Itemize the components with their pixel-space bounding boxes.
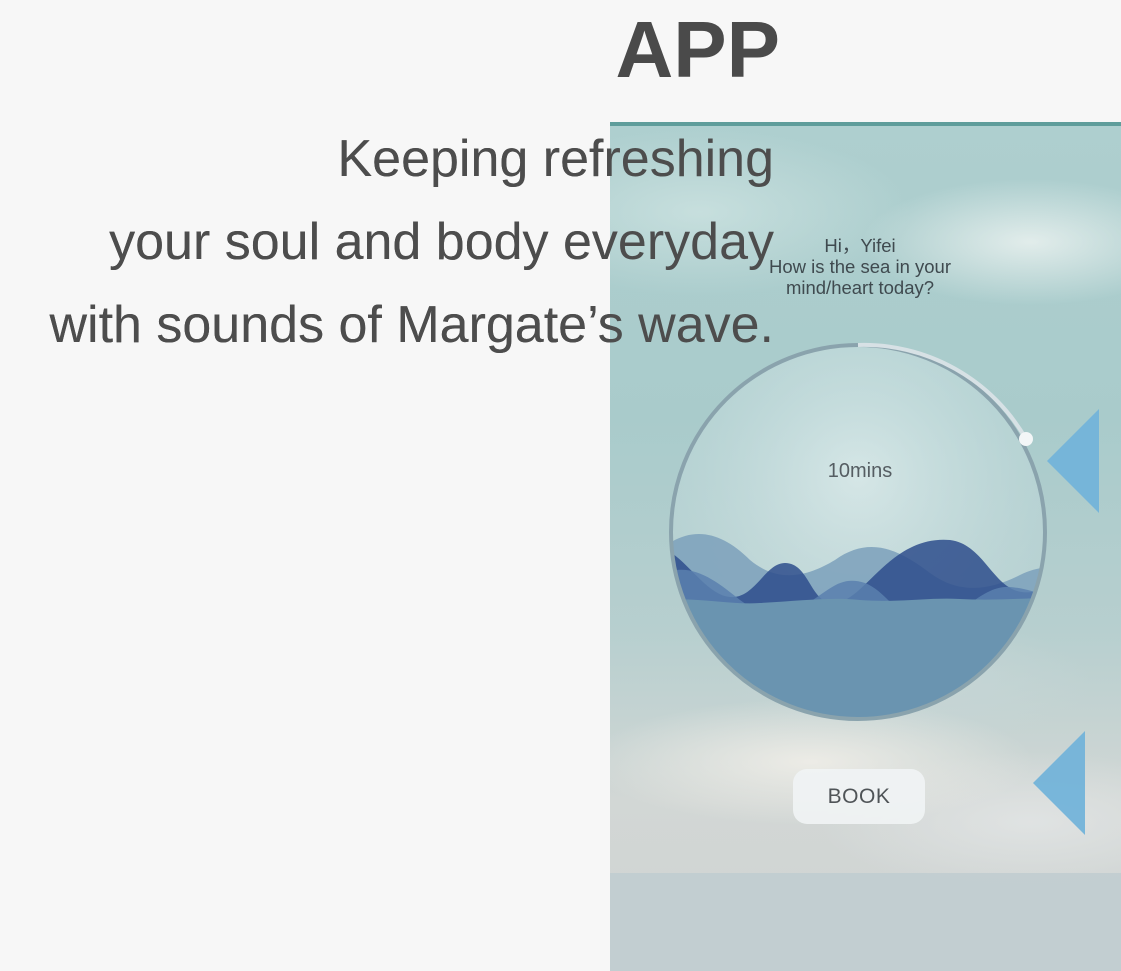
book-button[interactable]: BOOK bbox=[793, 769, 925, 824]
greeting-name: Hi，Yifei bbox=[824, 235, 896, 256]
wave-timer-dial[interactable] bbox=[660, 335, 1060, 735]
greeting-question-line-2: mind/heart today? bbox=[785, 277, 935, 298]
bottom-bar bbox=[610, 873, 1121, 971]
greeting: Hi，Yifei How is the sea in your mind/hea… bbox=[740, 235, 980, 298]
water-body bbox=[672, 598, 1044, 718]
greeting-question-line-1: How is the sea in your bbox=[768, 256, 951, 277]
triangle-left-icon[interactable] bbox=[1043, 407, 1103, 517]
timer-label: 10mins bbox=[827, 460, 893, 482]
dial-handle[interactable] bbox=[1019, 432, 1033, 446]
app-title: APP bbox=[615, 5, 781, 94]
triangle-left-icon[interactable] bbox=[1030, 729, 1090, 839]
